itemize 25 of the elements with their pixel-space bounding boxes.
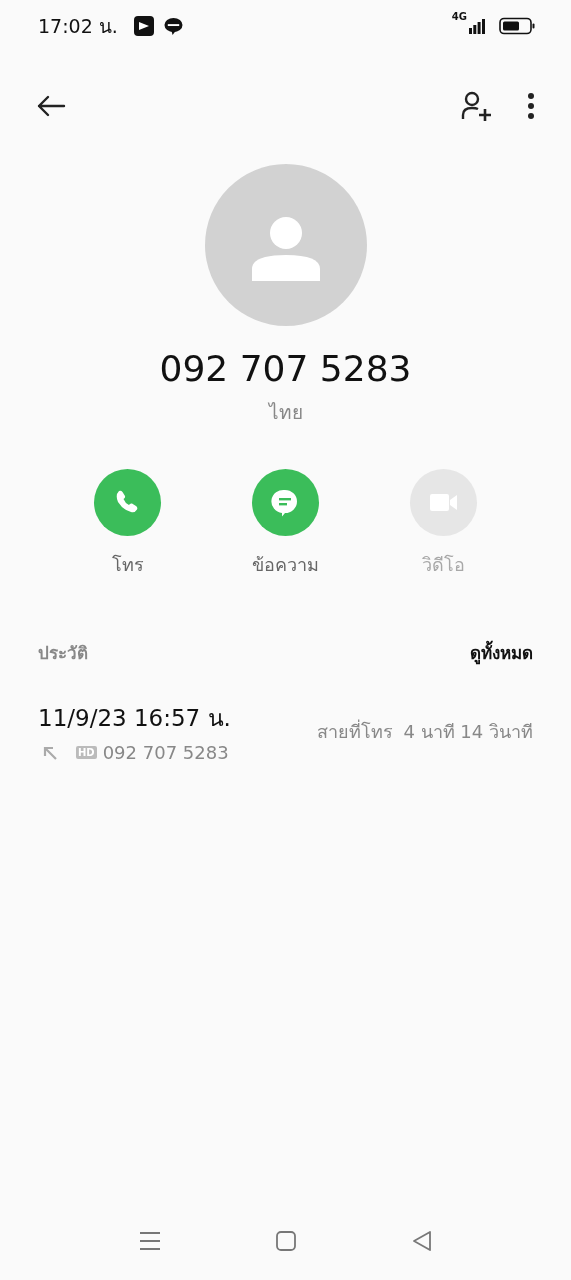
view-all-link[interactable]: ดูทั้งหมด <box>470 639 533 666</box>
back-icon[interactable] <box>410 1230 433 1252</box>
call-datetime: 11/9/23 16:57 น. <box>38 704 231 733</box>
clock-time: 17:02 น. <box>38 14 118 39</box>
more-options-icon[interactable] <box>527 92 535 120</box>
call-number: 092 707 5283 <box>102 742 229 763</box>
section-title: ประวัติ <box>38 642 88 665</box>
menu-icon[interactable] <box>138 1230 161 1252</box>
hd-badge: HD <box>76 746 97 759</box>
phone-number: 092 707 5283 <box>159 348 412 389</box>
location-label: ไทย <box>268 400 303 425</box>
chat-bubble-icon <box>163 16 183 36</box>
network-type: 4G <box>451 11 467 22</box>
app-notification-icon <box>133 16 154 36</box>
battery-icon <box>499 17 535 35</box>
home-icon[interactable] <box>274 1230 297 1252</box>
call-duration: 4 นาที 14 วินาที <box>403 720 533 744</box>
action-label: โทร <box>111 553 144 577</box>
signal-icon <box>469 18 485 34</box>
action-label: ข้อความ <box>252 553 319 577</box>
add-contact-icon[interactable] <box>461 91 493 121</box>
outgoing-arrow-icon <box>42 744 58 761</box>
action-label: วิดีโอ <box>422 553 465 577</box>
call-type: สายที่โทร <box>317 718 394 744</box>
back-arrow-icon[interactable] <box>36 94 66 118</box>
